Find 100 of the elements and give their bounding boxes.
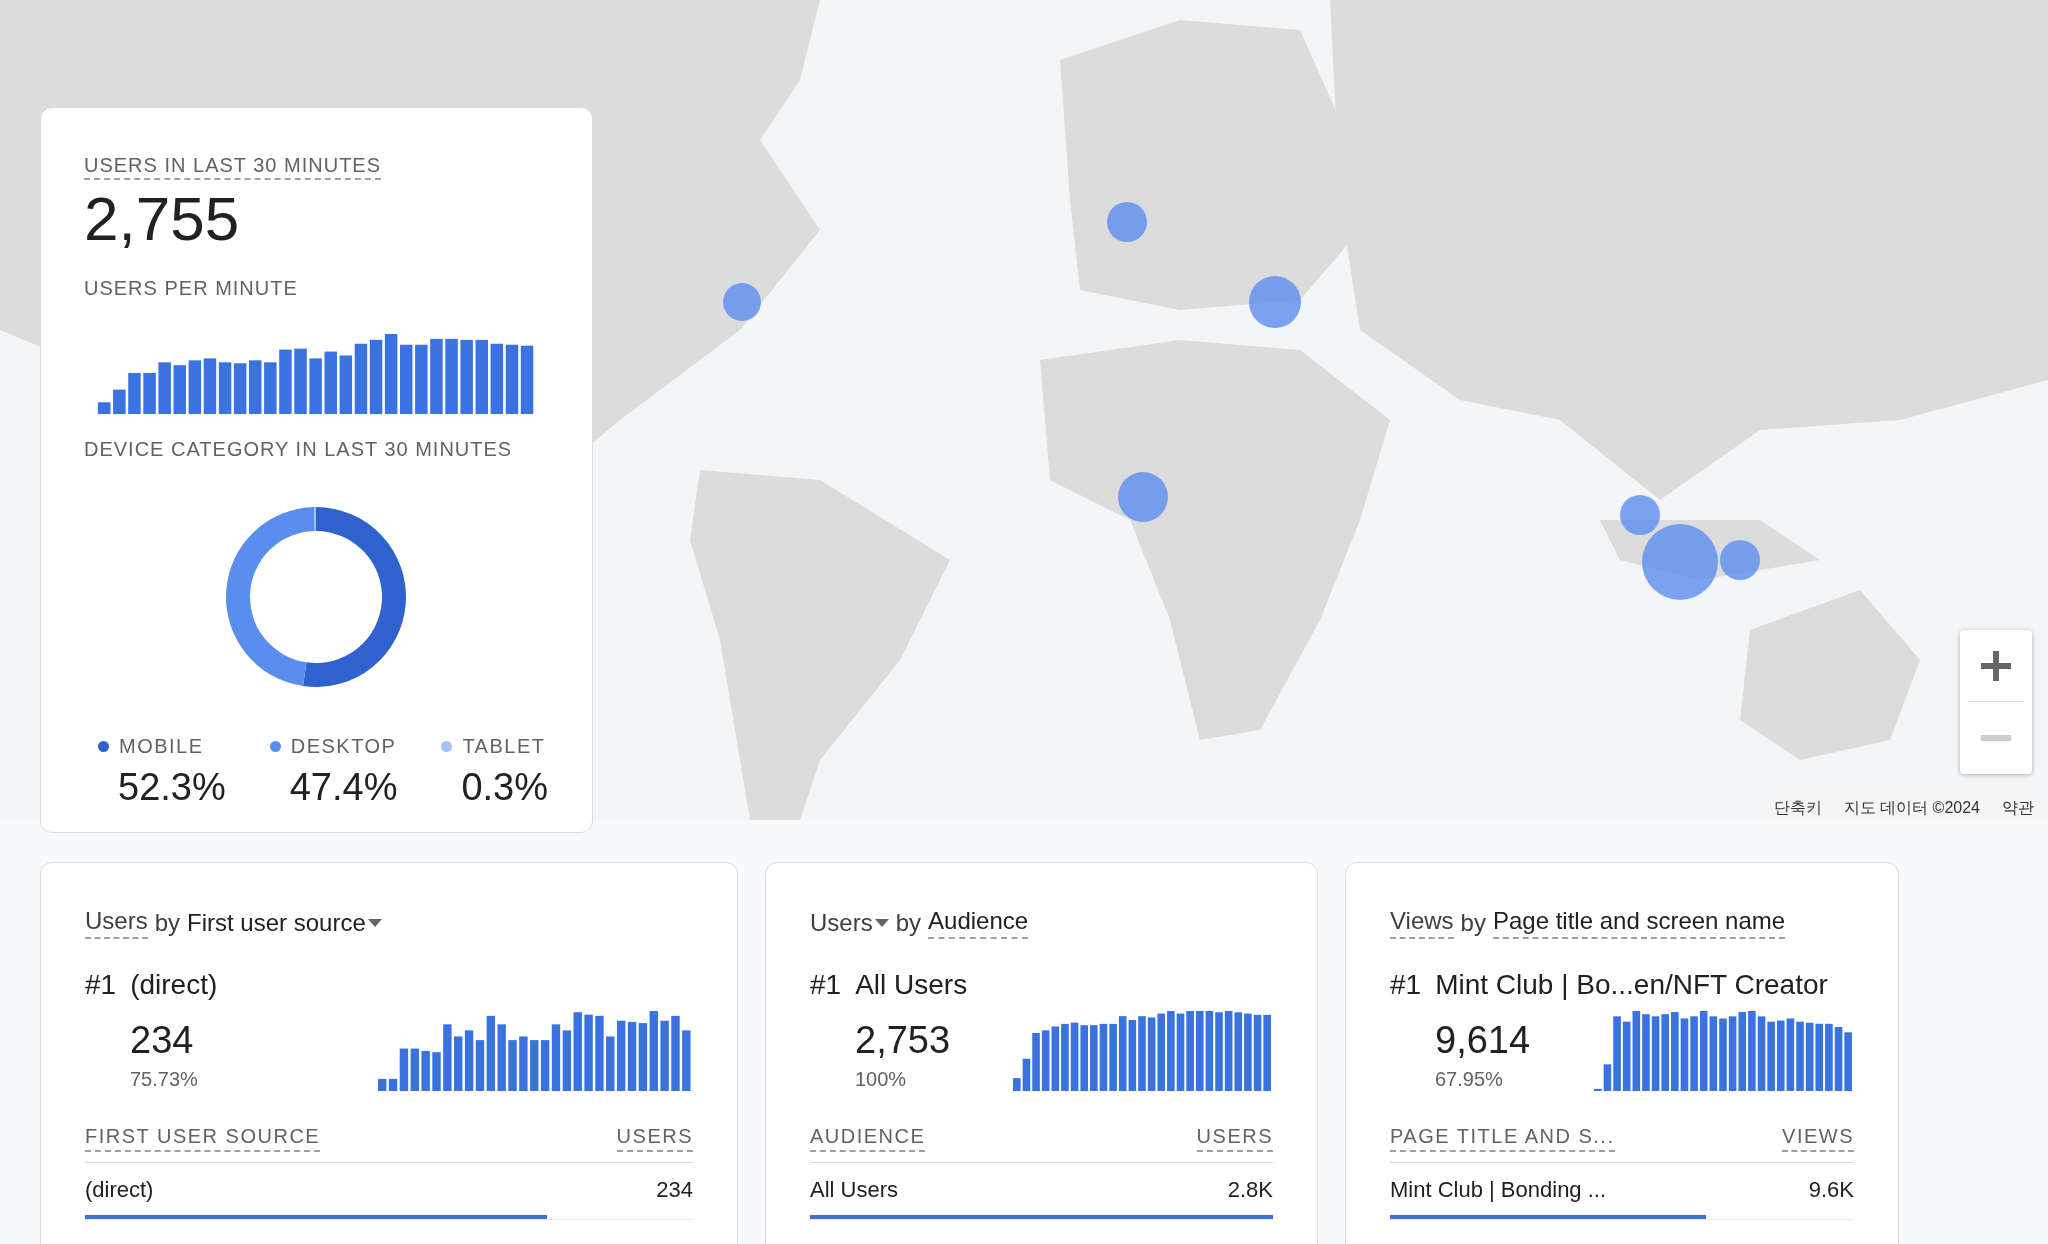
- legend-label: DESKTOP: [290, 735, 397, 758]
- minus-icon: [1981, 734, 2011, 741]
- chart-bar: [616, 1020, 626, 1091]
- chart-bar: [143, 373, 156, 414]
- column-header[interactable]: PAGE TITLE AND S...: [1390, 1125, 1615, 1152]
- chart-bar: [410, 1048, 419, 1091]
- chart-bar: [443, 1024, 452, 1091]
- chart-bar: [454, 1036, 463, 1091]
- chart-bar: [203, 358, 217, 414]
- chart-bar: [551, 1024, 561, 1091]
- table-cell: Mint Club | Bonding ...: [1390, 1177, 1607, 1203]
- location-bubble[interactable]: [1720, 540, 1760, 580]
- rank-label: #1: [1390, 969, 1422, 1001]
- chart-bar: [627, 1021, 637, 1091]
- title-connector: by: [895, 909, 922, 937]
- column-header[interactable]: FIRST USER SOURCE: [85, 1125, 321, 1152]
- column-header[interactable]: VIEWS: [1782, 1125, 1854, 1152]
- column-header[interactable]: USERS: [616, 1125, 693, 1152]
- rank-label: #1: [810, 969, 842, 1001]
- table-cell: 234: [656, 1177, 693, 1203]
- rank-label: #1: [85, 969, 117, 1001]
- chart-bar: [490, 343, 504, 414]
- chart-bar: [1051, 1026, 1060, 1091]
- chart-bar: [339, 355, 353, 414]
- location-bubble[interactable]: [1620, 495, 1660, 535]
- chart-bar: [218, 362, 232, 414]
- chart-bar: [606, 1036, 615, 1091]
- chart-bar: [520, 345, 534, 414]
- chart-bar: [1128, 1020, 1137, 1091]
- chart-bar: [1070, 1022, 1079, 1091]
- top-item-share: 75.73%: [130, 1068, 198, 1091]
- chart-bar: [249, 360, 262, 414]
- top-item-share: 67.95%: [1435, 1068, 1504, 1091]
- chart-bar: [562, 1030, 572, 1091]
- chart-bar: [1622, 1021, 1631, 1091]
- chart-bar: [530, 1040, 539, 1091]
- chart-bar: [158, 362, 171, 414]
- chart-bar: [638, 1023, 648, 1091]
- chart-bar: [294, 348, 307, 414]
- column-header[interactable]: USERS: [1196, 1125, 1273, 1152]
- dimension-selector: Audience: [928, 907, 1029, 939]
- chart-bar: [173, 365, 186, 414]
- metric-title: USERS IN LAST 30 MINUTES: [84, 154, 382, 180]
- title-connector: by: [1460, 909, 1486, 937]
- dimension-selector[interactable]: First user source: [187, 909, 366, 937]
- chart-bar: [128, 373, 141, 414]
- chart-bar: [98, 402, 111, 414]
- chart-bar: [309, 358, 322, 414]
- chart-bar: [1815, 1023, 1824, 1091]
- legend-value: 0.3%: [460, 766, 548, 809]
- chart-bar: [505, 344, 519, 414]
- metric-selector[interactable]: Users: [810, 909, 873, 937]
- top-item-value: 9,614: [1435, 1019, 1531, 1062]
- column-header[interactable]: AUDIENCE: [810, 1125, 926, 1152]
- chart-bar: [1805, 1022, 1814, 1091]
- chart-bar: [378, 1078, 387, 1091]
- chart-bar: [660, 1020, 669, 1091]
- chart-bar: [324, 351, 337, 414]
- location-bubble[interactable]: [1642, 524, 1718, 600]
- location-bubble[interactable]: [1249, 276, 1301, 328]
- chart-bar: [519, 1036, 528, 1091]
- table-cell: All Users: [810, 1177, 898, 1203]
- location-bubble[interactable]: [1107, 202, 1147, 242]
- legend-value: 52.3%: [117, 766, 226, 809]
- user-count: 2,755: [84, 183, 241, 255]
- location-bubble[interactable]: [1118, 472, 1168, 522]
- chart-bar: [508, 1040, 517, 1091]
- chart-title: USERS PER MINUTE: [84, 277, 299, 300]
- top-item-share: 100%: [855, 1068, 908, 1091]
- table-cell: (direct): [85, 1177, 154, 1203]
- dimension-selector: Page title and screen name: [1492, 907, 1786, 939]
- chart-bar: [682, 1030, 691, 1091]
- chart-bar: [432, 1052, 441, 1091]
- caret-icon[interactable]: [367, 919, 382, 927]
- plus-icon: [1981, 650, 2011, 681]
- chart-bar: [113, 389, 126, 414]
- location-bubble[interactable]: [723, 283, 761, 321]
- chart-bar: [1834, 1027, 1843, 1091]
- chart-bar: [540, 1040, 550, 1091]
- chart-bar: [415, 344, 428, 414]
- title-connector: by: [154, 909, 181, 937]
- table-cell: 2.8K: [1227, 1177, 1273, 1203]
- chart-bar: [1776, 1020, 1785, 1091]
- chart-bar: [400, 344, 413, 414]
- caret-icon[interactable]: [874, 919, 889, 927]
- legend-value: 47.4%: [288, 766, 398, 809]
- table-cell: 9.6K: [1808, 1177, 1854, 1203]
- metric-selector: Views: [1390, 907, 1454, 939]
- legend-label: TABLET: [462, 735, 546, 758]
- chart-bar: [264, 362, 277, 414]
- chart-bar: [421, 1051, 430, 1091]
- chart-bar: [354, 343, 368, 414]
- chart-title: DEVICE CATEGORY IN LAST 30 MINUTES: [84, 438, 514, 461]
- chart-bar: [279, 349, 292, 414]
- chart-bar: [233, 363, 247, 414]
- chart-bar: [1041, 1030, 1050, 1091]
- chart-bar: [464, 1030, 474, 1091]
- chart-bar: [1099, 1023, 1108, 1091]
- chart-bar: [188, 360, 202, 414]
- legend-label: MOBILE: [119, 735, 204, 758]
